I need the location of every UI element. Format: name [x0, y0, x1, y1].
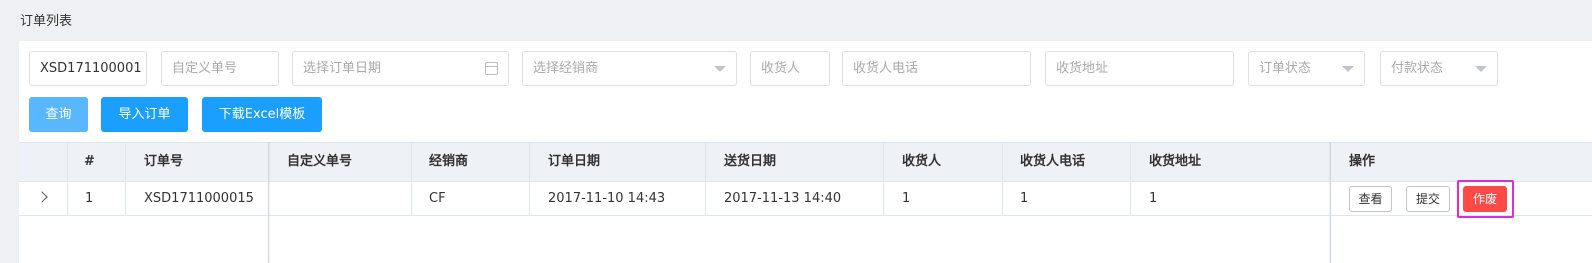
payment-status-select[interactable]: 付款状态: [1380, 51, 1498, 86]
column-divider: [883, 142, 884, 216]
column-header-order-no: 订单号: [144, 154, 184, 169]
column-header-dealer: 经销商: [429, 154, 469, 169]
submit-button[interactable]: 提交: [1406, 186, 1450, 212]
row-receiver-phone: 1: [1020, 191, 1029, 206]
column-header-receiver-address: 收货地址: [1149, 154, 1202, 169]
dealer-placeholder: 选择经销商: [533, 61, 599, 76]
payment-status-placeholder: 付款状态: [1391, 61, 1444, 76]
column-header-index: #: [84, 154, 95, 169]
order-status-placeholder: 订单状态: [1259, 61, 1312, 76]
row-dealer: CF: [429, 191, 446, 206]
column-header-custom-no: 自定义单号: [287, 154, 353, 169]
column-divider: [1002, 142, 1003, 216]
column-divider: [411, 142, 412, 216]
row-index: 1: [85, 191, 94, 206]
receiver-address-input[interactable]: 收货地址: [1045, 51, 1234, 86]
custom-number-input[interactable]: 自定义单号: [161, 51, 279, 86]
column-divider: [705, 142, 706, 216]
column-divider: [1130, 142, 1131, 216]
column-divider: [67, 142, 68, 216]
column-divider: [125, 142, 126, 216]
order-number-input[interactable]: XSD171100001: [29, 51, 147, 86]
dealer-select[interactable]: 选择经销商: [522, 51, 737, 86]
column-header-receiver-phone: 收货人电话: [1020, 154, 1086, 169]
fixed-column-shadow-right: [1328, 142, 1331, 263]
order-date-placeholder: 选择订单日期: [303, 61, 382, 76]
calendar-icon: [485, 62, 498, 75]
download-excel-template-button[interactable]: 下载Excel模板: [202, 97, 322, 132]
chevron-down-icon: [714, 66, 726, 72]
query-button[interactable]: 查询: [29, 97, 88, 132]
receiver-input[interactable]: 收货人: [750, 51, 830, 86]
receiver-phone-input[interactable]: 收货人电话: [842, 51, 1031, 86]
column-header-actions: 操作: [1349, 154, 1376, 169]
view-button[interactable]: 查看: [1349, 186, 1392, 212]
column-header-receiver: 收货人: [902, 154, 942, 169]
column-header-delivery-date: 送货日期: [724, 154, 777, 169]
row-receiver-address: 1: [1149, 191, 1158, 206]
row-order-date: 2017-11-10 14:43: [548, 191, 666, 206]
row-order-no: XSD1711000015: [144, 191, 254, 206]
page-title: 订单列表: [20, 14, 73, 29]
order-status-select[interactable]: 订单状态: [1248, 51, 1365, 86]
column-divider: [529, 142, 530, 216]
order-date-picker[interactable]: 选择订单日期: [292, 51, 509, 86]
void-button-highlight: [1457, 180, 1514, 218]
row-delivery-date: 2017-11-13 14:40: [724, 191, 842, 206]
chevron-down-icon: [1342, 66, 1354, 72]
fixed-column-shadow-left: [268, 142, 271, 263]
row-receiver: 1: [902, 191, 911, 206]
chevron-down-icon: [1475, 66, 1487, 72]
import-orders-button[interactable]: 导入订单: [101, 97, 188, 132]
column-header-order-date: 订单日期: [548, 154, 601, 169]
